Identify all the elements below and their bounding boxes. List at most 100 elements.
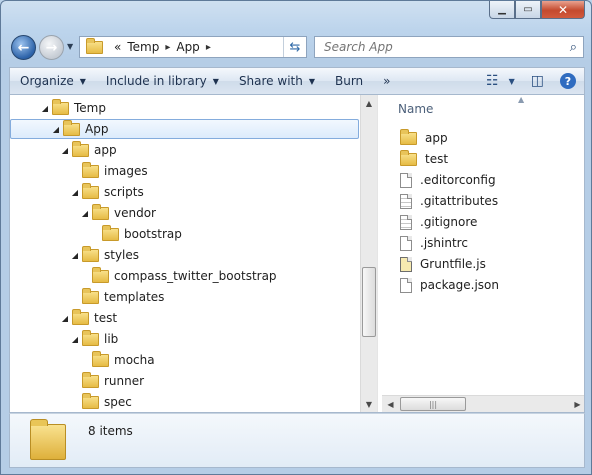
help-button[interactable]: ? [560, 73, 576, 89]
folder-icon [82, 287, 99, 304]
file-name: app [425, 131, 448, 145]
folder-icon [102, 224, 119, 241]
tree-item[interactable]: templates [70, 287, 164, 307]
tree-item-label: runner [104, 374, 145, 388]
file-list-item[interactable]: .editorconfig [400, 170, 496, 190]
refresh-button[interactable]: ⇆ [283, 36, 307, 58]
file-list-item[interactable]: app [400, 128, 448, 148]
maximize-button[interactable]: ▭ [515, 1, 541, 19]
chevron-right-icon[interactable]: ▸ [165, 42, 170, 53]
scroll-thumb[interactable] [362, 267, 376, 337]
burn-button[interactable]: Burn [325, 74, 373, 88]
organize-button[interactable]: Organize ▼ [10, 74, 96, 88]
tree-item-label: styles [104, 248, 140, 262]
tree-item[interactable]: ◢ scripts [70, 182, 144, 202]
search-icon[interactable]: ⌕ [570, 40, 577, 55]
share-label: Share with [238, 74, 303, 88]
address-overflow[interactable]: « [114, 40, 121, 54]
tree-item[interactable]: mocha [80, 350, 155, 370]
forward-button[interactable]: → [39, 35, 64, 60]
file-name: Gruntfile.js [420, 257, 486, 271]
help-icon: ? [560, 73, 576, 89]
tree-item-label: images [104, 164, 148, 178]
tree-item[interactable]: runner [70, 371, 144, 391]
file-list-item[interactable]: .jshintrc [400, 233, 468, 253]
tree-item[interactable]: ◢ vendor [80, 203, 156, 223]
file-list-item[interactable]: test [400, 149, 448, 169]
folder-icon [52, 98, 69, 115]
folder-icon [400, 128, 417, 145]
item-count: 8 items [88, 424, 133, 438]
view-options-button[interactable]: ☷ ▼ [486, 73, 515, 89]
expanded-triangle-icon[interactable]: ◢ [40, 104, 50, 113]
expanded-triangle-icon[interactable]: ◢ [60, 146, 70, 155]
minimize-button[interactable]: ▁ [489, 1, 515, 19]
tree-item[interactable]: ◢ Temp [40, 98, 106, 118]
share-with-button[interactable]: Share with ▼ [229, 74, 325, 88]
refresh-icon: ⇆ [283, 37, 306, 57]
folder-icon [82, 329, 99, 346]
folder-icon [86, 37, 103, 54]
tree-item-label: scripts [104, 185, 144, 199]
tree-item-label: spec [104, 395, 132, 409]
breadcrumb-temp[interactable]: Temp [127, 40, 159, 54]
scroll-up-arrow[interactable]: ▲ [361, 95, 377, 112]
file-name: .jshintrc [420, 236, 468, 250]
scroll-down-arrow[interactable]: ▼ [361, 396, 377, 412]
tree-item[interactable]: ◢ app [60, 140, 117, 160]
file-list-item[interactable]: package.json [400, 275, 499, 295]
search-box[interactable]: ⌕ [314, 36, 584, 58]
tree-item[interactable]: ◢ lib [70, 329, 118, 349]
search-input[interactable] [322, 39, 556, 55]
tree-item-label: app [94, 143, 117, 157]
preview-pane-button[interactable]: ◫ [531, 73, 544, 89]
text-file-icon [400, 193, 412, 209]
expanded-triangle-icon[interactable]: ◢ [60, 314, 70, 323]
tree-item[interactable]: bootstrap [90, 224, 182, 244]
scroll-right-arrow[interactable]: ▶ [569, 396, 584, 412]
file-name: .gitignore [420, 215, 478, 229]
back-button[interactable]: ← [11, 35, 36, 60]
scroll-left-arrow[interactable]: ◀ [382, 396, 399, 412]
arrow-right-icon: → [45, 39, 58, 56]
tree-item[interactable]: ◢ test [60, 308, 117, 328]
recent-pages-dropdown[interactable]: ▼ [67, 42, 73, 51]
tree-item-label: vendor [114, 206, 156, 220]
expanded-triangle-icon[interactable]: ◢ [70, 251, 80, 260]
tree-item[interactable]: ◢ App [10, 119, 359, 139]
folder-icon [400, 149, 417, 166]
content-area: ◢ Temp ◢ App ◢ app images ◢ scripts ◢ vendor bootst… [9, 95, 585, 413]
name-column-header[interactable]: Name [398, 102, 433, 116]
close-button[interactable]: ✕ [541, 1, 585, 19]
navigation-scrollbar[interactable]: ▲ ▼ [360, 95, 377, 412]
breadcrumb-app[interactable]: App [176, 40, 199, 54]
expanded-triangle-icon[interactable]: ◢ [70, 335, 80, 344]
expanded-triangle-icon[interactable]: ◢ [51, 125, 61, 134]
expanded-triangle-icon[interactable]: ◢ [80, 209, 90, 218]
arrow-left-icon: ← [17, 39, 30, 56]
tree-item[interactable]: images [70, 161, 148, 181]
more-label: » [383, 74, 391, 88]
file-name: .editorconfig [420, 173, 496, 187]
file-list-item[interactable]: .gitignore [400, 212, 477, 232]
chevron-down-icon: ▼ [212, 76, 219, 86]
folder-icon [63, 119, 80, 136]
chevron-right-icon[interactable]: ▸ [206, 42, 211, 53]
address-bar[interactable]: « Temp ▸ App ▸ ▼ [79, 36, 306, 58]
expanded-triangle-icon[interactable]: ◢ [70, 188, 80, 197]
details-pane: 8 items [9, 413, 585, 468]
more-commands-button[interactable]: » [373, 74, 400, 88]
file-list-scrollbar[interactable]: ◀ ||| ▶ [382, 395, 584, 412]
folder-icon [82, 245, 99, 262]
tree-item[interactable]: spec [70, 392, 132, 412]
folder-icon [82, 392, 99, 409]
file-list-item[interactable]: Gruntfile.js [400, 254, 486, 274]
folder-icon [92, 350, 109, 367]
file-list-item[interactable]: .gitattributes [400, 191, 498, 211]
tree-item-label: App [85, 122, 109, 136]
tree-item[interactable]: compass_twitter_bootstrap [80, 266, 277, 286]
include-in-library-button[interactable]: Include in library ▼ [96, 74, 229, 88]
file-list: ▲ Name app test .editorconfig .gitattribute… [382, 95, 584, 412]
tree-item[interactable]: ◢ styles [70, 245, 139, 265]
scroll-thumb[interactable]: ||| [400, 397, 466, 411]
